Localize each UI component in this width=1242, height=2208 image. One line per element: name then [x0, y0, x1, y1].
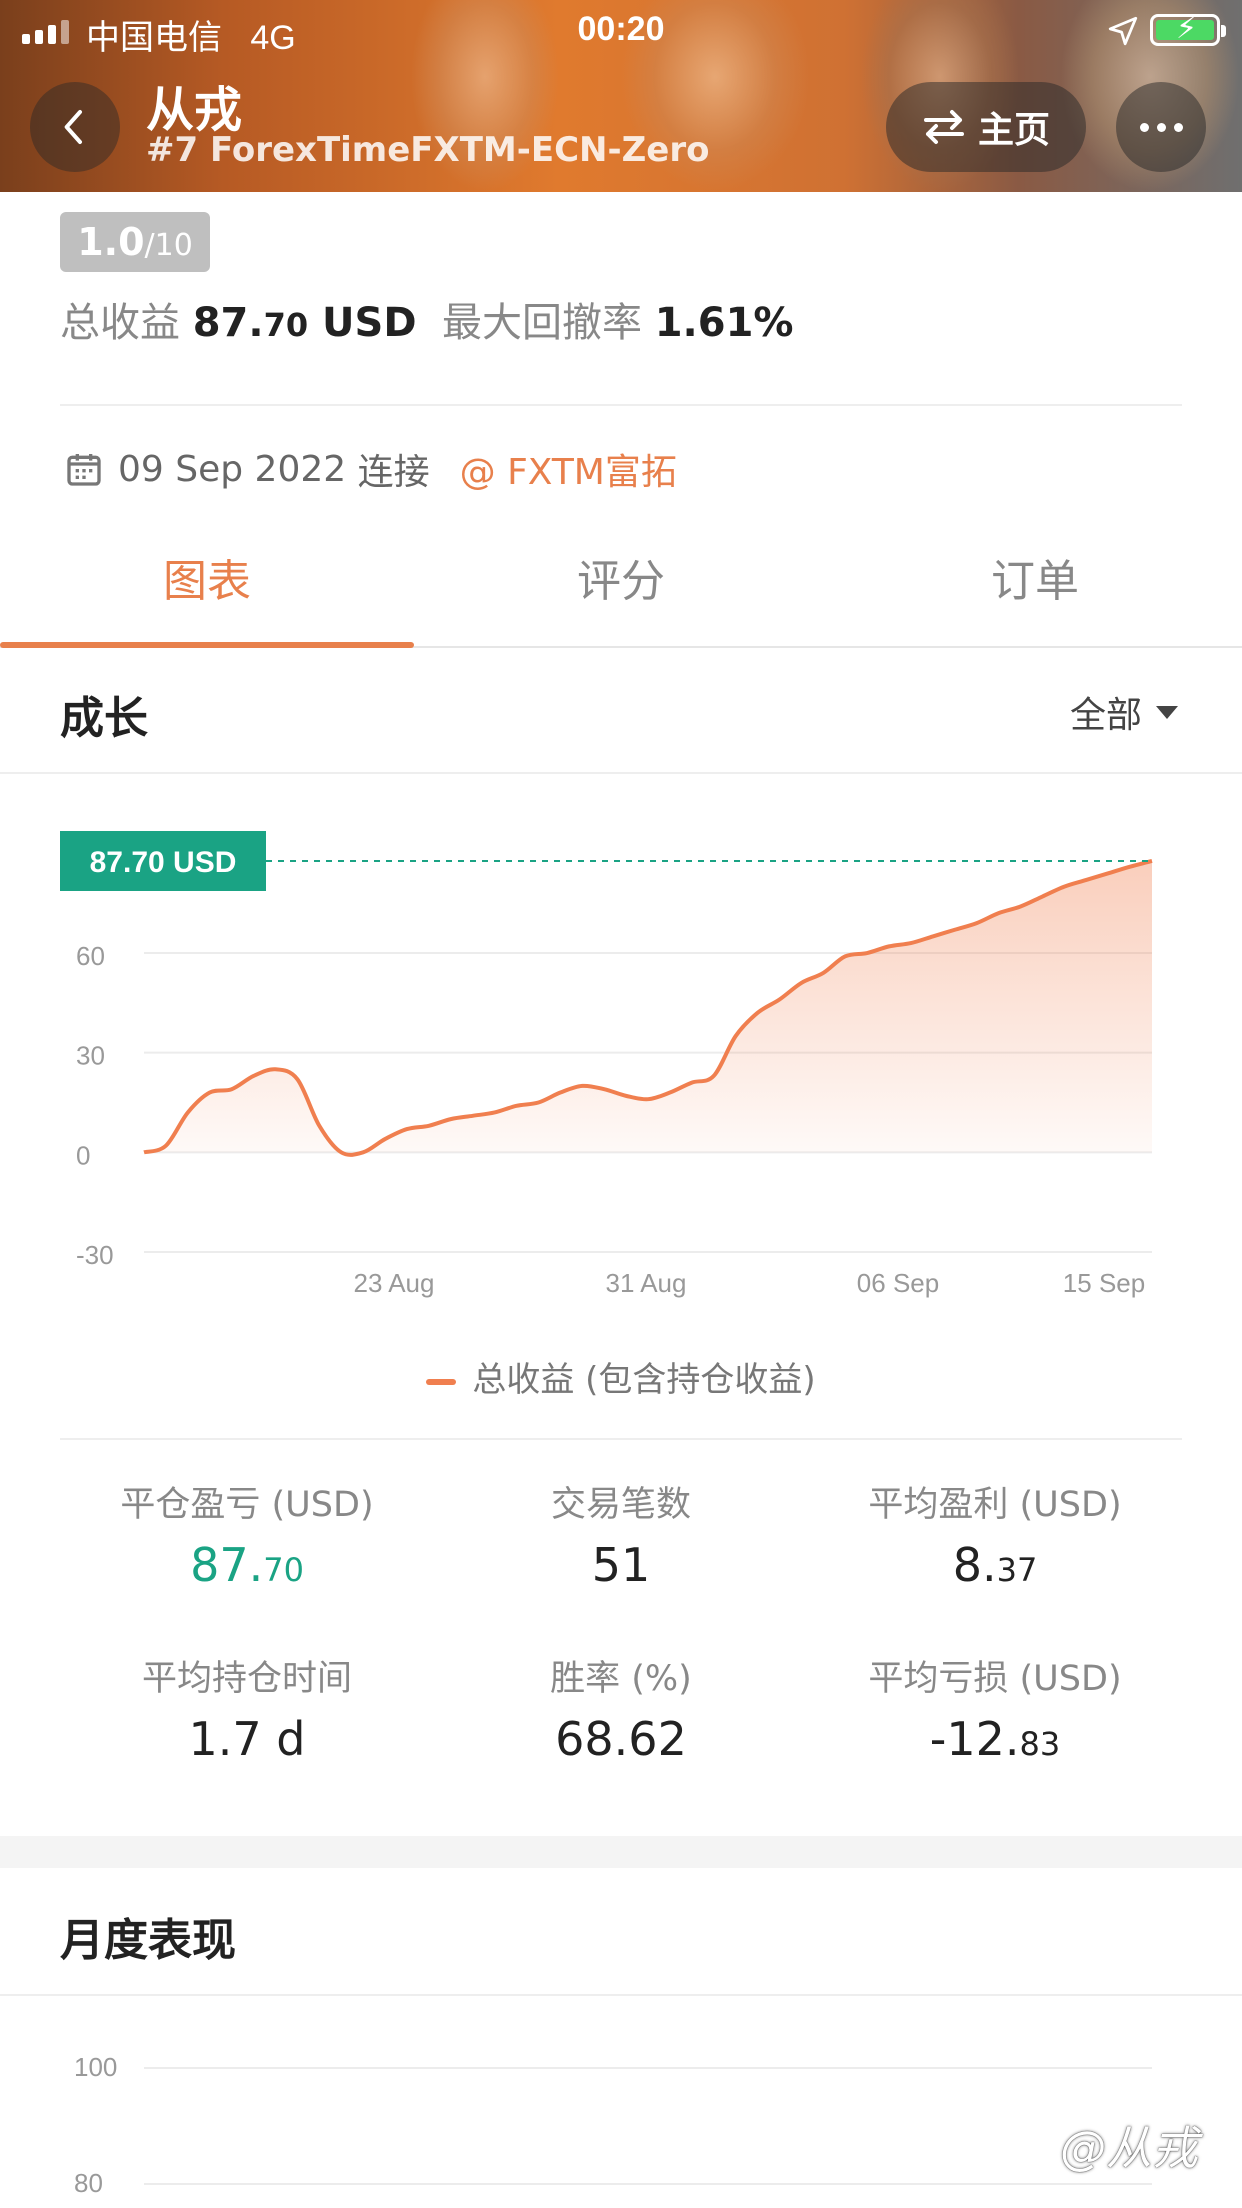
more-button[interactable]	[1116, 82, 1206, 172]
score-badge: 1.0/10	[60, 212, 210, 272]
x-tick-label: 31 Aug	[606, 1268, 687, 1298]
swap-arrows-icon	[923, 110, 964, 144]
divider	[60, 1438, 1182, 1440]
divider	[60, 404, 1182, 406]
profile-header: 中国电信 4G 00:20 ⚡ 从戎 #7 ForexTimeFXTM-ECN-…	[0, 0, 1242, 192]
growth-chart: 60 30 0 -30 23 Aug 31 Aug 06 Sep 15 Sep 87.70 U…	[60, 830, 1153, 1298]
series-area	[144, 860, 1152, 1155]
connect-date: 09 Sep 2022	[118, 448, 347, 490]
stat-avg-profit: 平均盈利 (USD) 8.37	[868, 1485, 1122, 1592]
stats-grid: 平仓盈亏 (USD) 87.70 交易笔数 51 平均盈利 (USD) 8.37…	[60, 1476, 1182, 1772]
caret-down-icon	[1156, 705, 1179, 719]
more-dots-icon	[1139, 122, 1149, 132]
legend-label: 总收益 (包含持仓收益)	[472, 1360, 816, 1400]
y-tick-label: 80	[74, 2168, 103, 2198]
profit-summary: 总收益 87.70 USD 最大回撤率 1.61%	[60, 300, 794, 346]
chevron-left-icon	[64, 110, 82, 144]
divider	[0, 1994, 1242, 1996]
home-button-label: 主页	[977, 110, 1050, 151]
back-button[interactable]	[30, 82, 120, 172]
status-bar: 中国电信 4G 00:20 ⚡	[0, 0, 1242, 62]
tab-bar: 图表 评分 订单	[0, 540, 1242, 648]
home-button[interactable]: 主页	[886, 82, 1086, 172]
y-tick-label: 60	[76, 941, 105, 971]
location-icon	[1108, 16, 1138, 46]
period-filter[interactable]: 全部	[1070, 686, 1179, 738]
y-tick-label: 30	[76, 1041, 105, 1071]
tab-rating[interactable]: 评分	[414, 540, 828, 646]
connection-info: 09 Sep 2022 连接 @ FXTM富拓	[64, 444, 677, 494]
broker-link[interactable]: @ FXTM富拓	[460, 443, 677, 495]
divider	[0, 772, 1242, 774]
growth-title: 成长	[60, 693, 148, 744]
stat-win-rate: 胜率 (%) 68.62	[550, 1659, 692, 1766]
section-separator	[0, 1836, 1242, 1868]
stat-trade-count: 交易笔数 51	[550, 1485, 691, 1592]
status-time: 00:20	[577, 10, 665, 48]
x-tick-label: 06 Sep	[857, 1268, 939, 1298]
monthly-chart: 100 80	[74, 2052, 1152, 2198]
stat-avg-holding-time: 平均持仓时间 1.7 d	[141, 1659, 352, 1766]
battery-icon: ⚡	[1150, 14, 1226, 46]
chart-legend: 总收益 (包含持仓收益)	[0, 1352, 1242, 1401]
y-tick-label: 100	[74, 2052, 117, 2082]
tab-chart[interactable]: 图表	[0, 540, 414, 648]
x-tick-label: 15 Sep	[1063, 1268, 1145, 1298]
latest-value-label: 87.70 USD	[90, 846, 237, 879]
stat-closed-pnl: 平仓盈亏 (USD) 87.70	[120, 1485, 374, 1592]
watermark: @从戎	[1060, 2121, 1198, 2175]
page-subtitle: #7 ForexTimeFXTM-ECN-Zero	[146, 130, 710, 170]
legend-swatch	[426, 1378, 457, 1385]
y-tick-label: 0	[76, 1140, 90, 1170]
stat-avg-loss: 平均亏损 (USD) -12.83	[868, 1659, 1122, 1766]
monthly-title: 月度表现	[60, 1915, 236, 1966]
calendar-icon	[67, 454, 101, 486]
y-tick-label: -30	[76, 1240, 114, 1270]
tab-orders[interactable]: 订单	[828, 540, 1242, 646]
x-tick-label: 23 Aug	[354, 1268, 435, 1298]
